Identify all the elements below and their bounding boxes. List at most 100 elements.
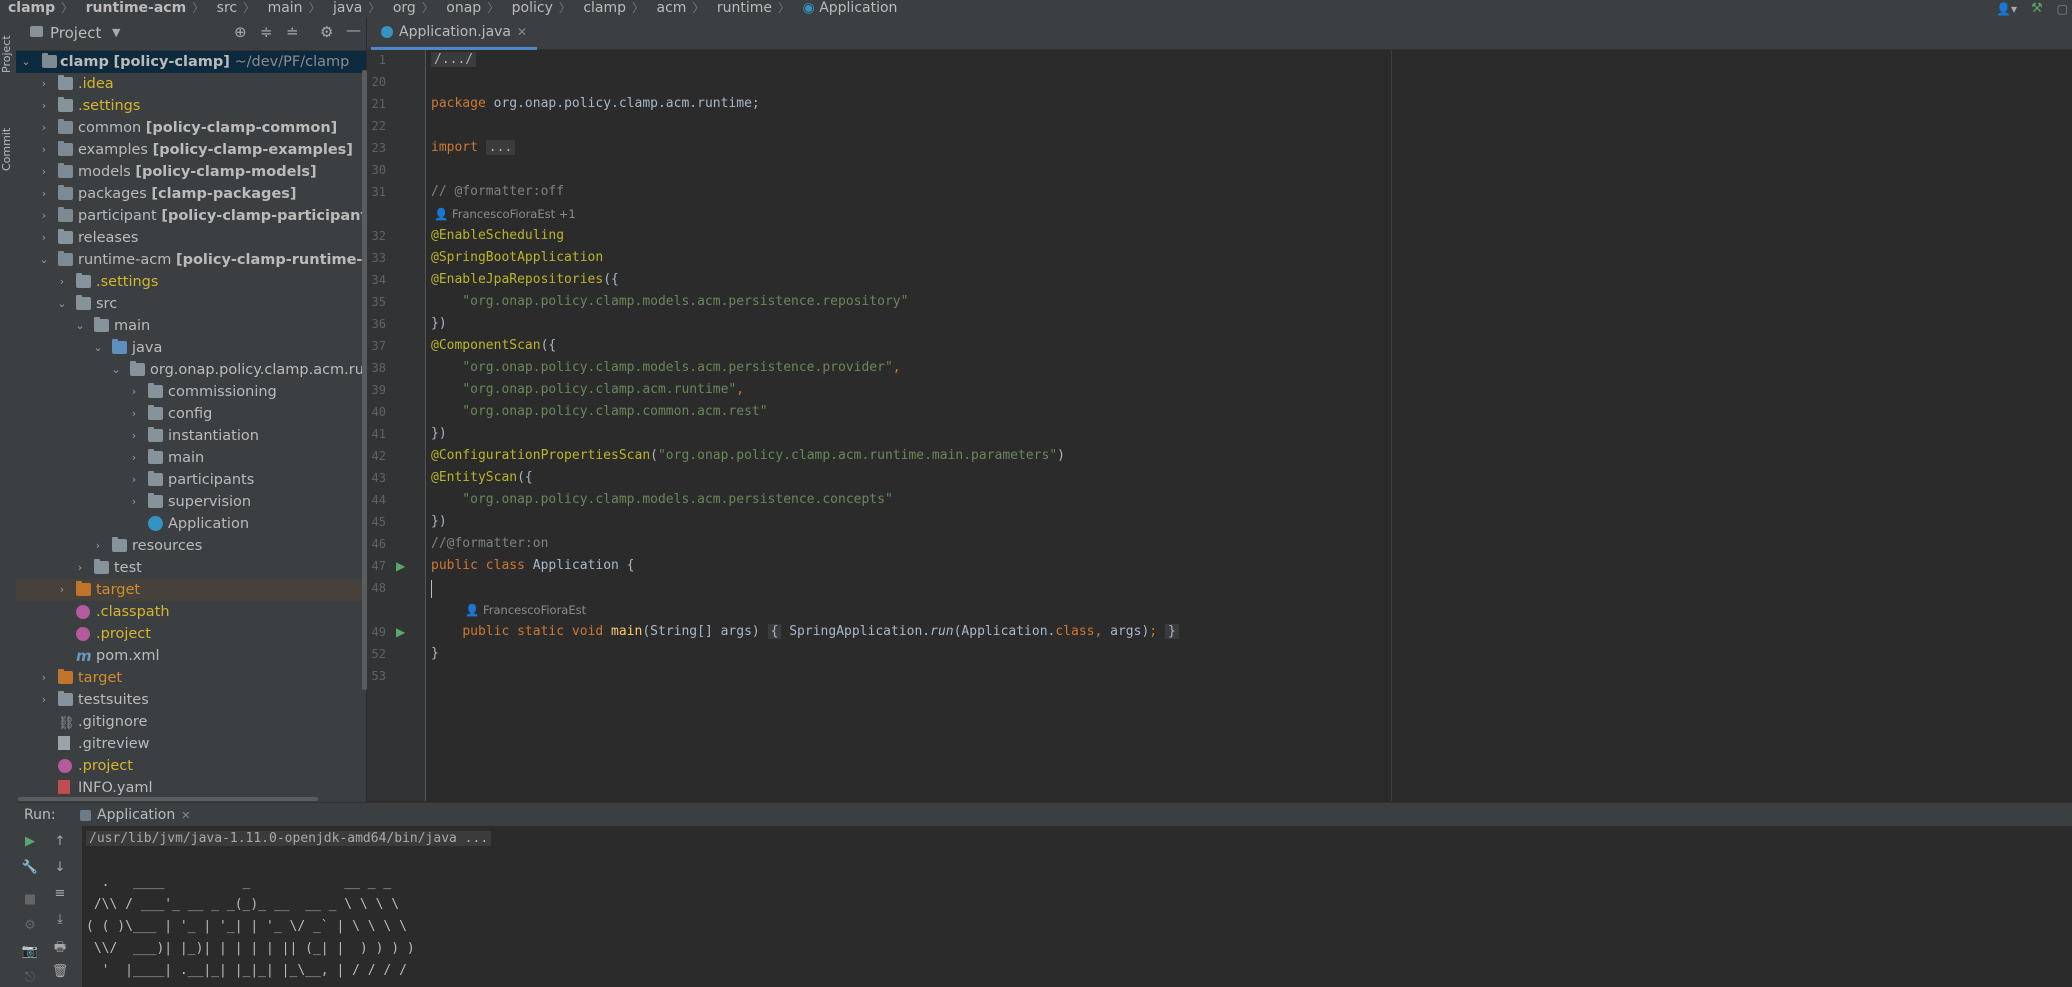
tree-item-test[interactable]: › test [16, 557, 366, 579]
commit-tool-tab[interactable]: Commit [0, 113, 16, 185]
chevron-right-icon[interactable]: › [128, 469, 140, 491]
project-tool-tab[interactable]: Project [0, 23, 16, 85]
gear-icon[interactable]: ⚙ [320, 23, 333, 41]
tree-item-resources[interactable]: › resources [16, 535, 366, 557]
chevron-down-icon[interactable]: ⌄ [74, 315, 86, 337]
chevron-right-icon[interactable]: › [56, 579, 68, 601]
chevron-down-icon[interactable]: ⌄ [92, 337, 104, 359]
tree-item-settings[interactable]: › .settings [16, 95, 366, 117]
breadcrumb-item[interactable]: java [325, 0, 362, 16]
chevron-right-icon[interactable]: › [38, 73, 50, 95]
tree-item-main[interactable]: ⌄ main [16, 315, 366, 337]
chevron-right-icon[interactable]: › [74, 557, 86, 579]
run-class-icon[interactable]: ▶ [396, 559, 405, 573]
tree-item-common[interactable]: › common [policy-clamp-common] [16, 117, 366, 139]
close-icon[interactable]: ✕ [517, 25, 527, 39]
chevron-right-icon[interactable]: › [38, 161, 50, 183]
arrow-down-icon[interactable]: ↓ [50, 860, 70, 875]
chevron-right-icon[interactable]: › [128, 381, 140, 403]
tree-item-gitignore[interactable]: ⛓ .gitignore [16, 711, 366, 733]
tree-item-application[interactable]: Application [16, 513, 366, 535]
locate-icon[interactable]: ⊕ [234, 23, 247, 41]
breadcrumb-item[interactable]: src [209, 0, 237, 16]
tab-application-java[interactable]: Application.java ✕ [371, 17, 538, 50]
scroll-to-end-icon[interactable]: ⤓ [50, 912, 70, 927]
code-editor[interactable] [367, 50, 2072, 801]
tree-item-instantiation[interactable]: › instantiation [16, 425, 366, 447]
tree-item-examples[interactable]: › examples [policy-clamp-examples] [16, 139, 366, 161]
run-main-icon[interactable]: ▶ [396, 625, 405, 639]
minimize-icon[interactable]: — [346, 21, 361, 39]
tree-item-runtime-acm[interactable]: ⌄ runtime-acm [policy-clamp-runtime-acm] [16, 249, 366, 271]
chevron-right-icon[interactable]: › [38, 117, 50, 139]
close-icon[interactable]: ✕ [181, 809, 190, 822]
breadcrumb-item[interactable]: clamp [0, 0, 55, 16]
wrench-icon[interactable]: 🔧 [20, 860, 40, 875]
exit-icon[interactable]: ⎋ [20, 970, 40, 985]
chevron-right-icon[interactable]: › [128, 425, 140, 447]
author-hint[interactable]: 👤 FrancescoFioraEst +1 [434, 207, 576, 221]
tree-item-info-yaml[interactable]: INFO.yaml [16, 777, 366, 796]
scrollbar-thumb[interactable] [18, 797, 318, 801]
tree-item-project-root[interactable]: .project [16, 755, 366, 777]
tree-item-settings[interactable]: › .settings [16, 271, 366, 293]
chevron-right-icon[interactable]: › [92, 535, 104, 557]
tree-item-idea[interactable]: › .idea [16, 73, 366, 95]
tree-item-models[interactable]: › models [policy-clamp-models] [16, 161, 366, 183]
user-icon[interactable]: 👤▾ [1996, 2, 2017, 16]
chevron-right-icon[interactable]: › [38, 139, 50, 161]
print-icon[interactable]: 🖶 [50, 938, 70, 960]
tree-item-releases[interactable]: › releases [16, 227, 366, 249]
tree-item-package[interactable]: ⌄ org.onap.policy.clamp.acm.runti [16, 359, 366, 381]
chevron-right-icon[interactable]: › [38, 95, 50, 117]
tree-item-src[interactable]: ⌄ src [16, 293, 366, 315]
tree-item-testsuites[interactable]: › testsuites [16, 689, 366, 711]
chevron-down-icon[interactable]: ⌄ [110, 359, 122, 381]
chevron-right-icon[interactable]: › [38, 667, 50, 689]
chevron-right-icon[interactable]: › [128, 491, 140, 513]
breadcrumb-item[interactable]: clamp [575, 0, 626, 16]
author-hint[interactable]: 👤 FrancescoFioraEst [465, 603, 586, 617]
tree-item-main-pkg[interactable]: › main [16, 447, 366, 469]
tree-item-participants[interactable]: › participants [16, 469, 366, 491]
trash-icon[interactable]: 🗑 [50, 964, 70, 979]
stop-icon[interactable]: ■ [20, 892, 40, 907]
console-command[interactable]: /usr/lib/jvm/java-1.11.0-openjdk-amd64/b… [86, 831, 492, 846]
collapse-all-icon[interactable]: ≐ [286, 23, 299, 41]
chevron-down-icon[interactable]: ▼ [112, 26, 120, 39]
chevron-right-icon[interactable]: › [38, 205, 50, 227]
chevron-right-icon[interactable]: › [128, 403, 140, 425]
tree-item-gitreview[interactable]: .gitreview [16, 733, 366, 755]
chevron-down-icon[interactable]: ⌄ [20, 51, 32, 73]
breadcrumb-item[interactable]: runtime [709, 0, 772, 16]
expand-all-icon[interactable]: ≑ [260, 23, 273, 41]
restore-layout-icon[interactable]: ⚙ [20, 918, 40, 933]
tree-item-config[interactable]: › config [16, 403, 366, 425]
tree-item-commissioning[interactable]: › commissioning [16, 381, 366, 403]
breadcrumb-item[interactable]: onap [438, 0, 481, 16]
breadcrumb-item[interactable]: runtime-acm [78, 0, 187, 16]
arrow-up-icon[interactable]: ↑ [50, 834, 70, 849]
tree-item-packages[interactable]: › packages [clamp-packages] [16, 183, 366, 205]
breadcrumb-item[interactable]: policy [504, 0, 553, 16]
breadcrumb-item[interactable]: org [385, 0, 416, 16]
chevron-right-icon[interactable]: › [38, 183, 50, 205]
soft-wrap-icon[interactable]: ≡ [50, 886, 70, 901]
breadcrumb-item[interactable]: acm [649, 0, 687, 16]
chevron-down-icon[interactable]: ⌄ [38, 249, 50, 271]
chevron-right-icon[interactable]: › [38, 689, 50, 711]
chevron-down-icon[interactable]: ⌄ [56, 293, 68, 315]
tree-item-clamp[interactable]: ⌄ clamp [policy-clamp] ~/dev/PF/clamp [16, 51, 366, 73]
tree-item-target-root[interactable]: › target [16, 667, 366, 689]
rerun-icon[interactable]: ▶ [20, 834, 40, 849]
tree-item-participant[interactable]: › participant [policy-clamp-participant] [16, 205, 366, 227]
chevron-right-icon[interactable]: › [128, 447, 140, 469]
tree-item-target[interactable]: › target [16, 579, 366, 601]
breadcrumb-item[interactable]: main [260, 0, 303, 16]
tree-item-supervision[interactable]: › supervision [16, 491, 366, 513]
build-hammer-icon[interactable]: ⚒ [2031, 1, 2043, 16]
tree-item-classpath[interactable]: .classpath [16, 601, 366, 623]
breadcrumb-item[interactable]: ◉ Application [795, 0, 898, 16]
tree-item-java[interactable]: ⌄ java [16, 337, 366, 359]
tree-item-pom[interactable]: m pom.xml [16, 645, 366, 667]
